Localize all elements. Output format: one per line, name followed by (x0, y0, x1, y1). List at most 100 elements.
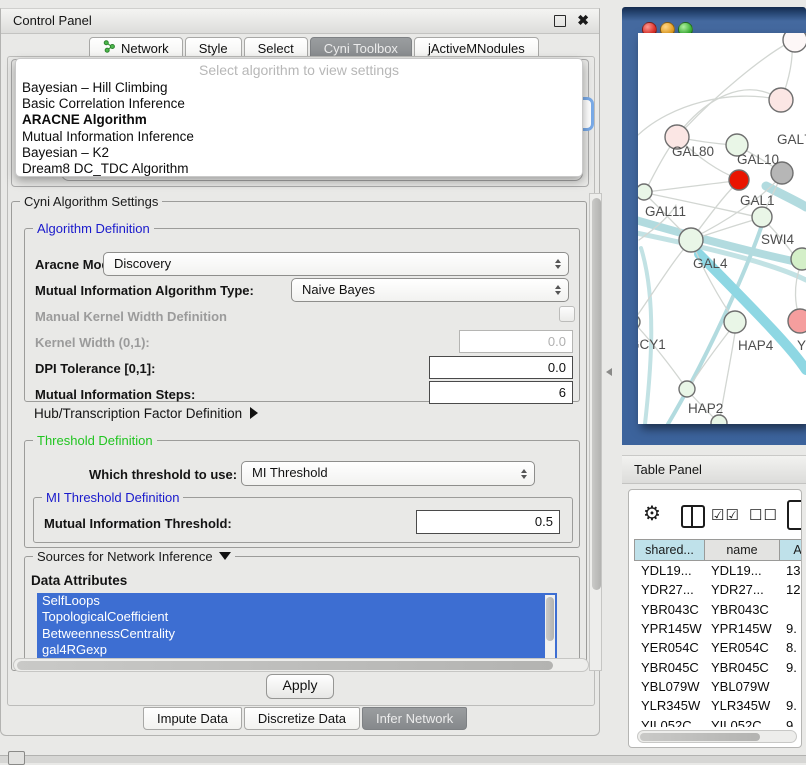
scrollbar-thumb[interactable] (546, 597, 554, 641)
attributes-scrollbar[interactable] (545, 595, 555, 661)
mi-steps-field[interactable]: 6 (429, 381, 573, 404)
table-row[interactable]: YDL19...YDL19...13 (634, 561, 802, 580)
table-body: YDL19...YDL19...13YDR27...YDR27...12YBR0… (634, 561, 802, 727)
network-node[interactable] (788, 309, 806, 333)
hub-definition-expander[interactable]: Hub/Transcription Factor Definition (34, 406, 258, 421)
attribute-item[interactable]: TopologicalCoefficient (37, 609, 557, 625)
network-edge[interactable] (646, 181, 736, 192)
apply-button[interactable]: Apply (266, 674, 334, 699)
scrollbar-thumb[interactable] (17, 661, 553, 670)
algorithm-dropdown-popup: Select algorithm to view settings Bayesi… (15, 58, 583, 177)
algorithm-option[interactable]: Dream8 DC_TDC Algorithm (20, 161, 578, 177)
table-cell: YLR345W (704, 698, 779, 713)
algorithm-option[interactable]: Bayesian – K2 (20, 145, 578, 161)
table-cell: YBR045C (634, 660, 704, 675)
close-icon[interactable]: ✖ (577, 12, 589, 29)
table-row[interactable]: YLR345WYLR345W9. (634, 696, 802, 715)
mi-steps-label: Mutual Information Steps: (35, 387, 195, 402)
tab-discretize-data[interactable]: Discretize Data (244, 707, 360, 730)
table-cell: YBL079W (634, 679, 704, 694)
table-row[interactable]: YER054CYER054C8. (634, 638, 802, 657)
network-node[interactable] (679, 228, 703, 252)
table-row[interactable]: YIL052CYIL052C9. (634, 715, 802, 727)
node-label: HAP2 (688, 401, 723, 416)
manual-kernel-checkbox[interactable] (559, 306, 575, 322)
algorithm-option[interactable]: Basic Correlation Inference (20, 96, 578, 112)
column-header[interactable]: name (705, 540, 780, 560)
data-attributes-list[interactable]: SelfLoopsTopologicalCoefficientBetweenne… (37, 593, 557, 663)
gear-icon[interactable]: ⚙ (643, 501, 661, 526)
network-node[interactable] (724, 311, 746, 333)
network-node[interactable] (638, 184, 652, 200)
mi-algorithm-type-select[interactable]: Naive Bayes (291, 278, 569, 302)
attribute-item[interactable]: gal4RGexp (37, 642, 557, 658)
mi-type-label: Mutual Information Algorithm Type: (35, 283, 254, 298)
select-all-checkbox-icon[interactable]: ☑☑ (711, 506, 740, 524)
table-row[interactable]: YBR043CYBR043C (634, 600, 802, 619)
algorithm-definition-group: Algorithm Definition Aracne Mode: Discov… (24, 228, 580, 402)
network-node[interactable] (769, 88, 793, 112)
network-edge[interactable] (638, 324, 684, 385)
column-header[interactable]: shared... (635, 540, 705, 560)
collapse-down-icon (219, 552, 231, 560)
table-cell: 9. (779, 718, 802, 727)
scrollbar-thumb[interactable] (640, 733, 760, 741)
network-edge[interactable] (638, 96, 781, 135)
table-panel-titlebar[interactable]: Table Panel (622, 455, 806, 484)
dpi-tolerance-label: DPI Tolerance [0,1]: (35, 361, 155, 376)
tab-label: Discretize Data (258, 708, 346, 729)
sources-expander[interactable]: Sources for Network Inference (33, 549, 235, 564)
tab-label: Infer Network (376, 708, 453, 729)
algorithm-option[interactable]: Bayesian – Hill Climbing (20, 80, 578, 96)
table-horizontal-scrollbar[interactable] (637, 730, 797, 743)
algorithm-option[interactable]: ARACNE Algorithm (20, 112, 578, 128)
scrollbar-thumb[interactable] (592, 198, 601, 590)
which-threshold-label: Which threshold to use: (89, 467, 237, 482)
data-attributes-label: Data Attributes (31, 573, 127, 588)
network-edge[interactable] (638, 244, 688, 320)
kernel-width-field[interactable]: 0.0 (459, 330, 573, 353)
network-node[interactable] (638, 315, 640, 329)
table-cell: YBR045C (704, 660, 779, 675)
settings-horizontal-scrollbar[interactable] (13, 658, 589, 672)
group-title: Cyni Algorithm Settings (20, 194, 162, 209)
node-label: GAL7 (777, 132, 806, 147)
table-row[interactable]: YPR145WYPR145W9. (634, 619, 802, 638)
tab-infer-network[interactable]: Infer Network (362, 707, 467, 730)
network-node[interactable] (791, 248, 806, 270)
table-cell: YIL052C (704, 718, 779, 727)
network-node[interactable] (783, 33, 806, 52)
panel-title: Control Panel (13, 13, 92, 28)
table-row[interactable]: YBR045CYBR045C9. (634, 657, 802, 676)
tab-impute-data[interactable]: Impute Data (143, 707, 242, 730)
aracne-mode-select[interactable]: Discovery (103, 252, 569, 276)
attribute-item[interactable]: SelfLoops (37, 593, 557, 609)
which-threshold-select[interactable]: MI Threshold (241, 461, 535, 486)
network-canvas[interactable]: GAL7GAL80GAL10GAL1GAL11SWI4GAL4GCY1HAP4Y… (638, 33, 806, 424)
panel-collapse-arrow-icon[interactable] (606, 368, 612, 376)
settings-vertical-scrollbar[interactable] (589, 193, 602, 671)
network-node[interactable] (711, 415, 727, 424)
dpi-tolerance-field[interactable]: 0.0 (429, 356, 573, 379)
network-node[interactable] (679, 381, 695, 397)
deselect-all-checkbox-icon[interactable]: ☐☐ (749, 506, 778, 524)
mi-threshold-field[interactable]: 0.5 (416, 510, 560, 534)
cyni-bottom-tabs: Impute Data Discretize Data Infer Network (143, 707, 467, 730)
network-node[interactable] (752, 207, 772, 227)
network-edge[interactable] (646, 141, 674, 190)
attribute-item[interactable]: BetweennessCentrality (37, 626, 557, 642)
column-header[interactable]: A (780, 540, 802, 560)
new-column-icon[interactable] (787, 500, 802, 530)
table-row[interactable]: YDR27...YDR27...12 (634, 580, 802, 599)
threshold-definition-group: Threshold Definition Which threshold to … (24, 440, 580, 548)
control-panel-titlebar[interactable]: Control Panel ✖ (1, 9, 599, 34)
split-view-icon[interactable] (681, 505, 705, 528)
table-cell: YER054C (634, 640, 704, 655)
table-row[interactable]: YBL079WYBL079W (634, 677, 802, 696)
node-label: GAL11 (645, 204, 686, 219)
network-edge[interactable] (677, 42, 790, 137)
float-window-icon[interactable] (554, 15, 566, 27)
algorithm-option[interactable]: Mutual Information Inference (20, 129, 578, 145)
minimized-panel-icon[interactable] (8, 751, 25, 765)
network-node[interactable] (729, 170, 749, 190)
